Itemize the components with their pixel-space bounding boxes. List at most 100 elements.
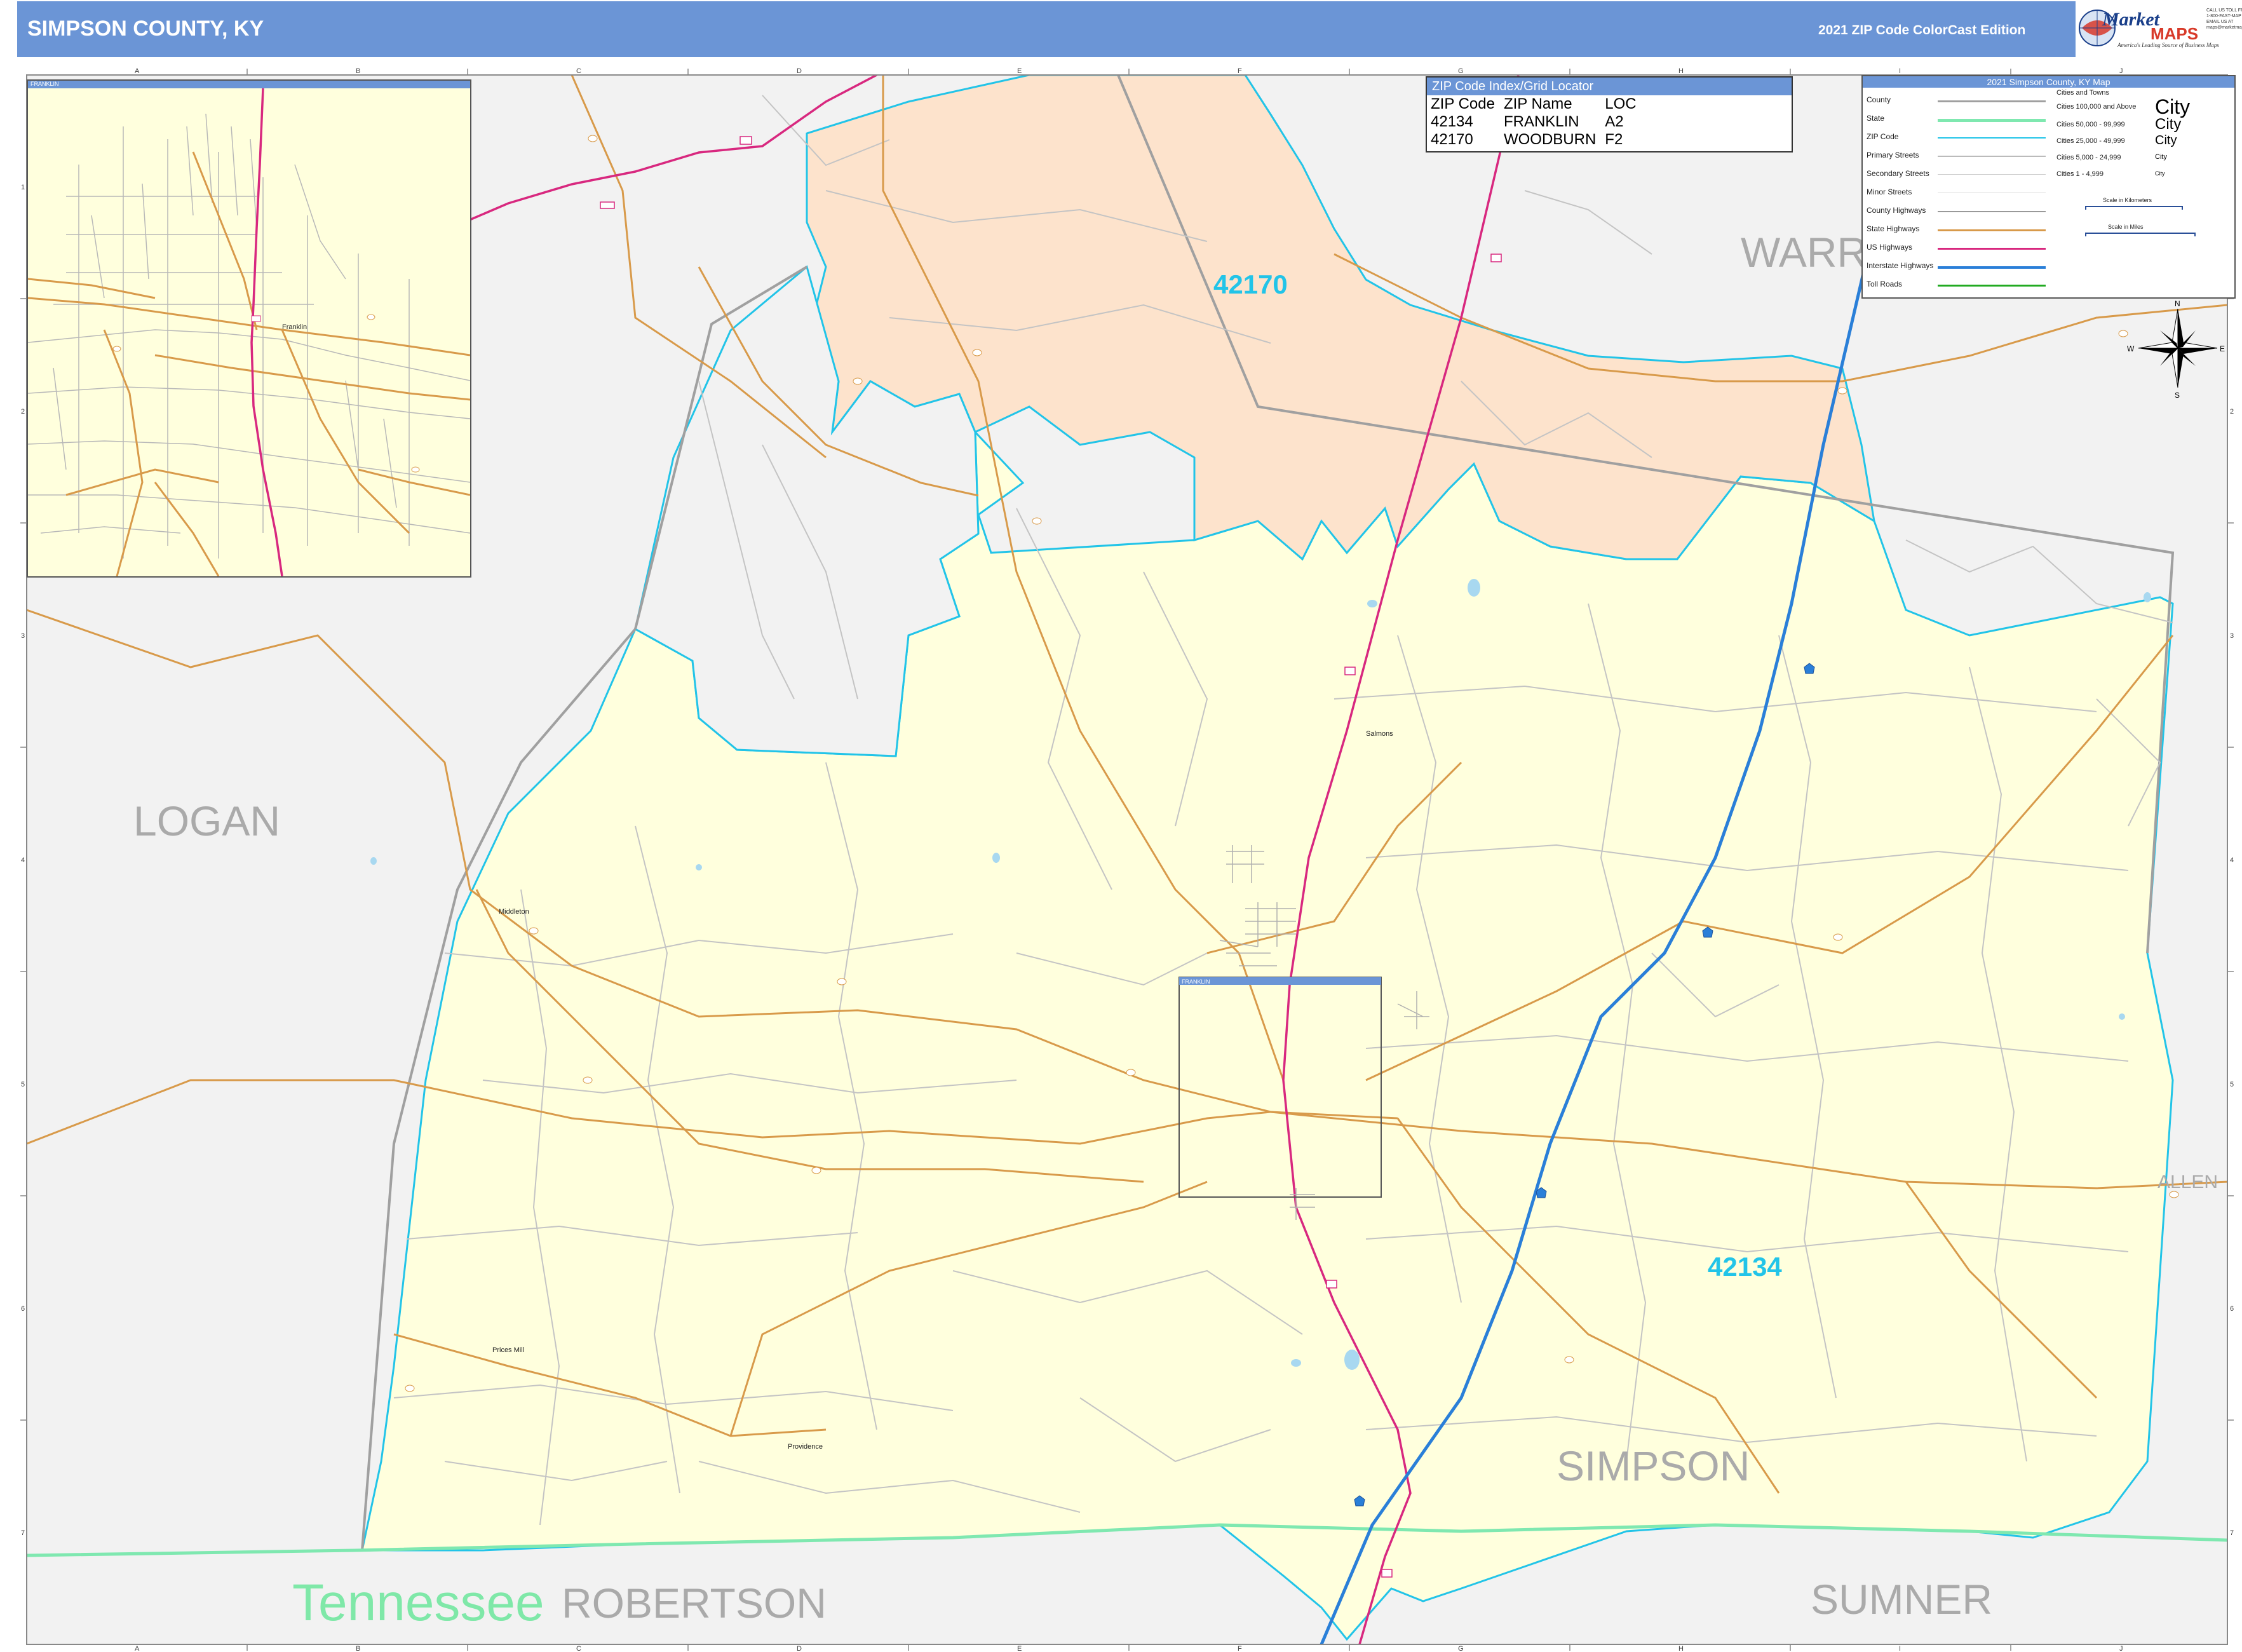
county-label-simpson: SIMPSON [1557, 1442, 1750, 1489]
minor-streets [393, 95, 2173, 1526]
svg-text:2: 2 [21, 408, 25, 416]
state-label-tennessee: Tennessee [292, 1574, 544, 1632]
table-row: 42170 WOODBURN F2 [1431, 131, 1623, 148]
legend-line-county-hwy [1938, 211, 2046, 212]
us-route-shield [1344, 667, 1356, 675]
map-legend: 2021 Simpson County, KY Map County State… [1861, 75, 2236, 299]
svg-text:B: B [356, 1645, 360, 1652]
legend-cities-header: Cities and Towns [2056, 89, 2109, 97]
zip-area-42134 [361, 430, 2174, 1641]
state-route-shield [853, 377, 863, 385]
scale-bar-km [2085, 206, 2183, 210]
column-header: LOC [1605, 95, 1637, 112]
zip-label-42134: 42134 [1708, 1252, 1782, 1282]
state-route-shield [1126, 1069, 1136, 1076]
franklin-inset-streets [27, 88, 471, 577]
legend-item-zip: ZIP Code [1867, 132, 1899, 141]
us-route-shield [1490, 254, 1502, 262]
franklin-inset-title: FRANKLIN [30, 81, 59, 87]
logo-tagline: America's Leading Source of Business Map… [2117, 42, 2219, 48]
svg-text:D: D [797, 67, 802, 75]
legend-item-primary: Primary Streets [1867, 151, 1919, 159]
svg-text:5: 5 [21, 1081, 25, 1088]
legend-item-county-hwy: County Highways [1867, 206, 1926, 215]
svg-text:3: 3 [21, 632, 25, 640]
svg-text:1: 1 [21, 184, 25, 191]
column-header: ZIP Code [1431, 95, 1495, 112]
legend-title: 2021 Simpson County, KY Map [1863, 76, 2234, 88]
legend-item-county: County [1867, 95, 1891, 104]
compass-s: S [2175, 391, 2180, 400]
town-label-salmons: Salmons [1366, 730, 1393, 738]
svg-text:B: B [356, 67, 360, 75]
franklin-inset-header: FRANKLIN [28, 81, 470, 88]
state-route-shield [1833, 933, 1843, 941]
legend-scale-km: Scale in Kilometers [2103, 197, 2152, 203]
town-label-providence: Providence [788, 1443, 823, 1451]
compass-w: W [2127, 344, 2135, 353]
legend-city-sample-3: City [2155, 133, 2177, 147]
legend-line-state [1938, 119, 2046, 122]
legend-city-tier-5: Cities 1 - 4,999 [2056, 170, 2104, 178]
market-maps-logo: Market MAPS America's Leading Source of … [2076, 1, 2242, 57]
compass-e: E [2220, 344, 2225, 353]
legend-city-tier-2: Cities 50,000 - 99,999 [2056, 121, 2125, 128]
legend-line-secondary [1938, 174, 2046, 175]
svg-text:4: 4 [2230, 856, 2234, 864]
legend-item-minor: Minor Streets [1867, 187, 1912, 196]
table-header-row: ZIP Code ZIP Name LOC [1431, 95, 1645, 113]
column-header: ZIP Name [1503, 95, 1572, 112]
unassigned-area [634, 265, 980, 757]
franklin-inset-map[interactable]: FRANKLIN Franklin [27, 79, 471, 578]
state-route-shield [837, 978, 847, 985]
svg-text:G: G [1458, 67, 1464, 75]
legend-line-interstate [1938, 266, 2046, 269]
county-boundary-west [634, 266, 808, 630]
us-route-shield [600, 201, 615, 209]
svg-text:F: F [1238, 67, 1242, 75]
state-route-shield [811, 1167, 821, 1174]
legend-item-us-hwy: US Highways [1867, 243, 1913, 252]
water-bodies [370, 579, 2151, 1370]
grid-column-letters-bottom: A B C D E F G H I J [135, 1645, 2123, 1652]
legend-line-primary [1938, 156, 2046, 157]
state-route-shield [1032, 517, 1042, 525]
franklin-street-grid [1219, 845, 1429, 1220]
county-label-sumner: SUMNER [1811, 1576, 1992, 1623]
logo-contact: CALL US TOLL FREE 1-800-FAST-MAP (327) E… [2206, 8, 2242, 30]
us-route-shield [1381, 1569, 1393, 1578]
interstate-65 [1320, 75, 1901, 1644]
state-route-shield [2118, 330, 2128, 337]
svg-text:H: H [1678, 67, 1684, 75]
svg-text:A: A [135, 1645, 140, 1652]
legend-line-us-hwy [1938, 248, 2046, 250]
edition-label: 2021 ZIP Code ColorCast Edition [1818, 23, 2026, 37]
svg-text:C: C [576, 67, 581, 75]
route-shields [405, 135, 2179, 1578]
legend-item-interstate: Interstate Highways [1867, 261, 1934, 270]
svg-text:3: 3 [2230, 632, 2234, 640]
svg-text:7: 7 [21, 1529, 25, 1537]
legend-city-tier-1: Cities 100,000 and Above [2056, 103, 2137, 111]
franklin-inset-frame-label: FRANKLIN [1182, 978, 1210, 985]
interstate-shield [1804, 663, 1815, 674]
svg-text:6: 6 [21, 1305, 25, 1313]
compass-n: N [2175, 299, 2180, 308]
svg-text:J: J [2119, 67, 2123, 75]
svg-text:E: E [1017, 67, 1022, 75]
legend-city-tier-3: Cities 25,000 - 49,999 [2056, 137, 2125, 145]
franklin-inset-town-label: Franklin [282, 323, 307, 331]
svg-text:2: 2 [2230, 408, 2234, 416]
us-route-shield [739, 136, 752, 145]
county-label-allen: ALLEN [2158, 1172, 2218, 1193]
svg-text:6: 6 [2230, 1305, 2234, 1313]
svg-text:F: F [1238, 1645, 1242, 1652]
grid-column-letters: A B C D E F G H I J [135, 67, 2123, 75]
town-label-middleton: Middleton [499, 908, 529, 916]
legend-item-toll: Toll Roads [1867, 280, 1903, 288]
svg-text:5: 5 [2230, 1081, 2234, 1088]
zip-index-table: ZIP Code ZIP Name LOC 42134 FRANKLIN A2 … [1431, 95, 1645, 149]
franklin-inset-frame [1178, 977, 1382, 1198]
legend-line-state-hwy [1938, 229, 2046, 231]
zip-index-grid-locator: ZIP Code Index/Grid Locator ZIP Code ZIP… [1426, 76, 1793, 152]
